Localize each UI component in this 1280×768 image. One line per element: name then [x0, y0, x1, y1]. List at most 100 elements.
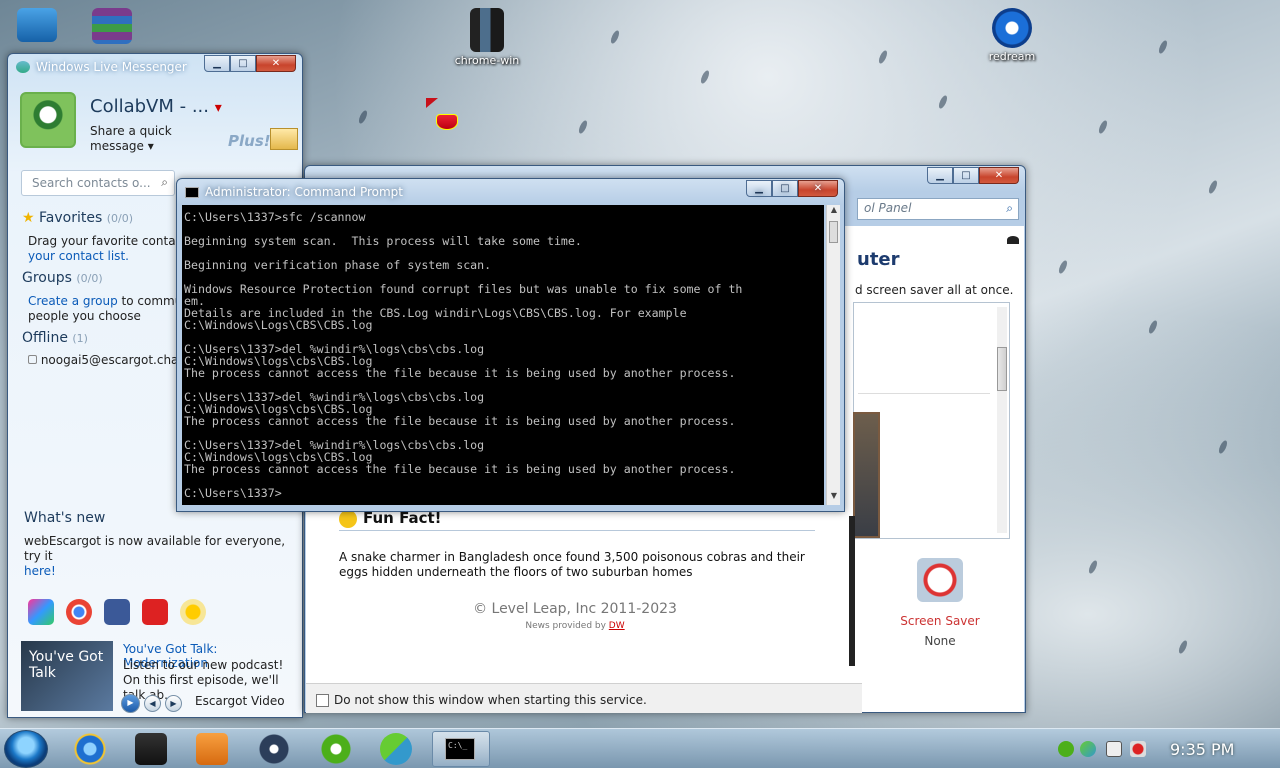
avatar[interactable]	[20, 92, 76, 148]
command-prompt-task[interactable]: C:\_	[432, 731, 490, 767]
superman-cursor-icon	[436, 114, 458, 130]
screen-saver-icon[interactable]	[917, 558, 963, 602]
scrollbar[interactable]	[997, 307, 1007, 533]
start-button[interactable]	[4, 730, 48, 768]
quick-message[interactable]: Share a quick message ▾	[90, 124, 180, 154]
media-player-icon[interactable]	[196, 733, 228, 765]
groups-header[interactable]: Groups (0/0)	[22, 270, 103, 286]
close-button[interactable]: ✕	[979, 167, 1019, 184]
search-icon: ⌕	[161, 175, 168, 189]
rain-drop	[577, 119, 589, 135]
groups-hint-text-2: people you choose	[28, 309, 141, 323]
search-input[interactable]: Search contacts o... ⌕	[21, 170, 175, 196]
content-scrollbar[interactable]	[849, 516, 855, 666]
mail-icon[interactable]	[270, 128, 298, 150]
messenger-taskbar-icon[interactable]	[380, 733, 412, 765]
display-name[interactable]: CollabVM - ... ▾	[90, 96, 222, 117]
next-icon[interactable]: ▶	[165, 695, 182, 712]
rain-drop	[1087, 559, 1099, 575]
rain-drop	[1147, 319, 1159, 335]
screen-saver-value: None	[924, 634, 956, 648]
smiley-icon	[339, 510, 357, 528]
minimize-button[interactable]: ▁	[746, 180, 772, 197]
youtube-icon[interactable]	[142, 599, 168, 625]
chevron-down-icon: ▾	[147, 139, 154, 153]
startup-checkbox[interactable]	[316, 694, 329, 707]
window-title: Windows Live Messenger	[36, 60, 187, 74]
facebook-icon[interactable]	[104, 599, 130, 625]
whats-new-body: webEscargot is now available for everyon…	[24, 534, 286, 563]
scrollbar-thumb[interactable]	[997, 347, 1007, 391]
desktop-icon-chrome-win[interactable]: chrome-win	[447, 8, 527, 67]
command-prompt-titlebar[interactable]: Administrator: Command Prompt ▁ □ ✕	[177, 179, 844, 205]
network-icon[interactable]	[1106, 741, 1122, 757]
utorrent-tray-icon[interactable]	[1058, 741, 1074, 757]
console-scrollbar[interactable]: ▲ ▼	[826, 205, 840, 505]
contact-email: noogai5@escargot.chat	[40, 353, 184, 367]
quick-message-text: Share a quick message	[90, 124, 172, 153]
favorites-hint-text: Drag your favorite contacts	[28, 234, 194, 248]
offline-count: (1)	[72, 332, 88, 345]
contact-list-item[interactable]: noogai5@escargot.chat	[28, 353, 183, 368]
utorrent-icon[interactable]	[320, 733, 352, 765]
media-app-icon[interactable]	[135, 733, 167, 765]
startup-checkbox-label[interactable]: Do not show this window when starting th…	[334, 693, 647, 707]
whats-new-link[interactable]: here!	[24, 564, 56, 578]
minimize-button[interactable]: ▁	[204, 55, 230, 72]
play-icon[interactable]: ▶	[121, 694, 140, 713]
rain-drop	[1097, 119, 1109, 135]
favorites-count: (0/0)	[106, 212, 134, 225]
help-icon[interactable]	[1007, 236, 1019, 244]
internet-explorer-icon[interactable]	[74, 733, 106, 765]
windows-live-icon[interactable]	[28, 599, 54, 625]
news-source-link[interactable]: DW	[609, 621, 625, 631]
desktop-icon-redream[interactable]: redream	[972, 8, 1052, 63]
maximize-button[interactable]: □	[230, 55, 256, 72]
rain-drop	[1207, 179, 1219, 195]
console-text: C:\Users\1337>sfc /scannow Beginning sys…	[184, 210, 743, 500]
triangle-app-icon	[17, 8, 57, 42]
messenger-tray-icon[interactable]	[1080, 741, 1096, 757]
clock[interactable]: 9:35 PM	[1170, 740, 1234, 759]
rain-drop	[1217, 439, 1229, 455]
favorites-header[interactable]: ★ Favorites (0/0)	[22, 210, 133, 226]
volume-muted-icon[interactable]	[1130, 741, 1146, 757]
close-button[interactable]: ✕	[256, 55, 296, 72]
rain-drop	[937, 94, 949, 110]
game-app-icon[interactable]	[258, 733, 290, 765]
profile-header: CollabVM - ... ▾ Share a quick message ▾…	[18, 92, 298, 162]
groups-title: Groups	[22, 270, 72, 286]
ad-thumbnail[interactable]: You've Got Talk	[21, 641, 113, 711]
search-placeholder: Search contacts o...	[32, 176, 151, 190]
chrome-win-icon	[470, 8, 504, 52]
scroll-up-icon[interactable]: ▲	[827, 205, 841, 219]
wallpaper-thumbnail[interactable]	[853, 412, 880, 538]
sun-icon[interactable]	[180, 599, 206, 625]
rain-drop	[609, 29, 621, 45]
offline-header[interactable]: Offline (1)	[22, 330, 88, 346]
console-output-area[interactable]: C:\Users\1337>sfc /scannow Beginning sys…	[182, 205, 824, 505]
maximize-button[interactable]: □	[953, 167, 979, 184]
screen-saver-link[interactable]: Screen Saver	[865, 614, 1015, 628]
desktop-icon-winrar[interactable]	[72, 8, 152, 46]
maximize-button[interactable]: □	[772, 180, 798, 197]
scroll-down-icon[interactable]: ▼	[827, 491, 841, 505]
desktop-icon-label: chrome-win	[454, 54, 520, 67]
plus-logo[interactable]: Plus!	[228, 132, 271, 150]
rain-drop	[699, 69, 711, 85]
page-subtext: d screen saver all at once.	[855, 283, 1014, 297]
rain-drop	[877, 49, 889, 65]
scrollbar-thumb[interactable]	[829, 221, 838, 243]
news-prefix: News provided by	[525, 621, 609, 631]
desktop-icon-app[interactable]	[0, 8, 77, 44]
close-button[interactable]: ✕	[798, 180, 838, 197]
previous-icon[interactable]: ◀	[144, 695, 161, 712]
command-prompt-window[interactable]: Administrator: Command Prompt ▁ □ ✕ C:\U…	[176, 178, 845, 512]
contact-list-link[interactable]: your contact list.	[28, 249, 129, 263]
minimize-button[interactable]: ▁	[927, 167, 953, 184]
control-panel-search-input[interactable]: ol Panel ⌕	[857, 198, 1019, 220]
chrome-icon[interactable]	[66, 599, 92, 625]
whats-new-title: What's new	[24, 510, 106, 526]
messenger-titlebar[interactable]: Windows Live Messenger ▁ □ ✕	[8, 54, 302, 80]
create-group-link[interactable]: Create a group	[28, 294, 118, 308]
